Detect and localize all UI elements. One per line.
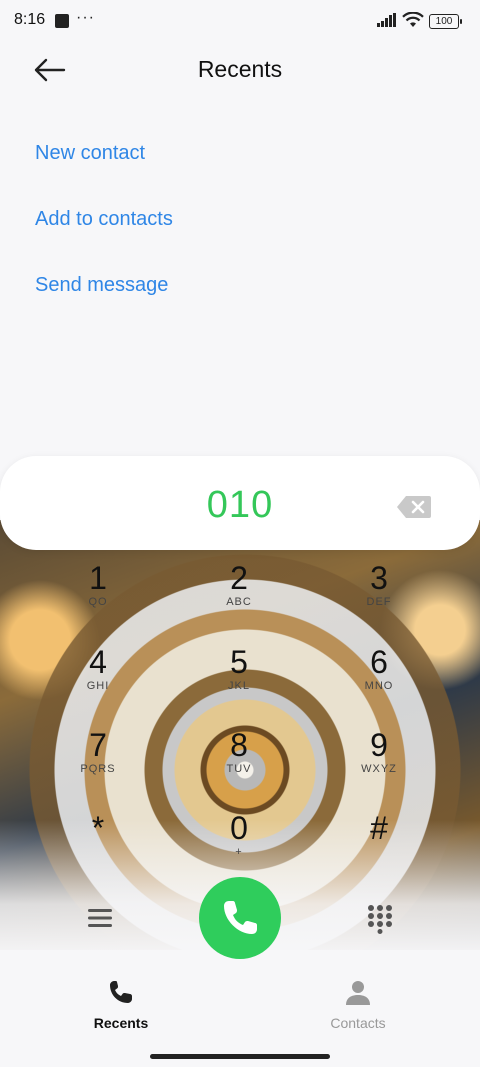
key-5[interactable]: 5 JKL — [199, 644, 279, 714]
phone-icon — [224, 901, 257, 934]
notification-icon — [55, 14, 69, 28]
keypad-icon[interactable] — [366, 904, 394, 934]
wifi-icon — [402, 12, 424, 27]
call-button[interactable] — [199, 877, 281, 959]
nav-contacts[interactable]: Contacts — [298, 978, 418, 1031]
key-6[interactable]: 6 MNO — [339, 644, 419, 714]
send-message-link[interactable]: Send message — [35, 274, 168, 297]
status-time: 8:16 — [14, 11, 46, 28]
new-contact-link[interactable]: New contact — [35, 142, 145, 165]
key-3[interactable]: 3 DEF — [339, 560, 419, 630]
key-2[interactable]: 2 ABC — [199, 560, 279, 630]
status-bar: 8:16 ··· 100 — [0, 0, 480, 44]
phone-icon — [110, 981, 132, 1003]
add-to-contacts-link[interactable]: Add to contacts — [35, 208, 173, 231]
key-8[interactable]: 8 TUV — [199, 727, 279, 797]
person-icon — [346, 981, 370, 1005]
menu-icon[interactable] — [86, 904, 114, 932]
backspace-icon[interactable] — [396, 495, 432, 519]
key-0[interactable]: 0 + — [199, 810, 279, 880]
key-4[interactable]: 4 GHI — [58, 644, 138, 714]
page-title: Recents — [197, 56, 283, 82]
key-hash[interactable]: # — [339, 810, 419, 880]
key-7[interactable]: 7 PQRS — [58, 727, 138, 797]
nav-recents[interactable]: Recents — [61, 978, 181, 1031]
signal-icon — [377, 13, 396, 27]
key-1[interactable]: 1 QO — [58, 560, 138, 630]
more-notifications-icon: ··· — [76, 9, 95, 26]
key-9[interactable]: 9 WXYZ — [339, 727, 419, 797]
battery-icon: 100 — [429, 14, 462, 29]
home-indicator[interactable] — [150, 1054, 330, 1059]
nav-contacts-label: Contacts — [330, 1015, 386, 1031]
nav-recents-label: Recents — [93, 1015, 149, 1031]
key-star[interactable]: * — [58, 810, 138, 880]
